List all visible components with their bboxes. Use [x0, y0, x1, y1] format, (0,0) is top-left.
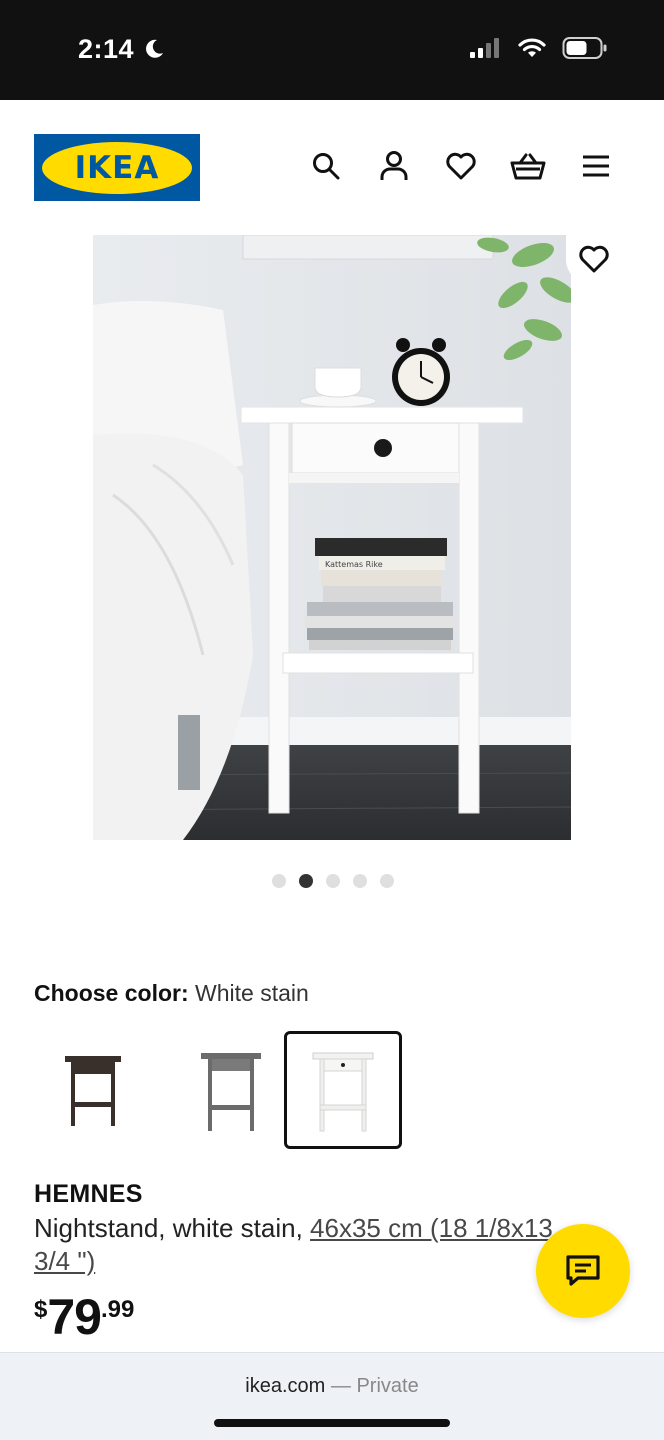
url-display[interactable]: ikea.com — Private — [0, 1375, 664, 1398]
heart-icon — [579, 245, 609, 273]
price-integer: 79 — [47, 1289, 102, 1345]
header-nav — [0, 148, 664, 188]
swatch-gray[interactable] — [172, 1031, 290, 1149]
nightstand-thumbnail — [201, 1053, 261, 1131]
home-indicator[interactable] — [214, 1419, 450, 1427]
nightstand-thumbnail — [312, 1052, 374, 1132]
status-time: 2:14 — [78, 34, 164, 65]
nightstand-thumbnail — [65, 1056, 121, 1126]
carousel-dot[interactable] — [380, 874, 394, 888]
price-decimal: .99 — [100, 1296, 135, 1323]
carousel-dot[interactable] — [272, 874, 286, 888]
url-separator: — — [330, 1375, 351, 1397]
product-name: HEMNES — [34, 1180, 143, 1208]
heart-icon[interactable] — [443, 148, 479, 184]
book-spine-text: Kattemas Rike — [325, 560, 383, 569]
nightstand-photo: Kattemas Rike — [93, 235, 571, 840]
color-swatches — [34, 1031, 434, 1149]
status-icons — [470, 36, 608, 60]
site-header: IKEA — [0, 100, 664, 234]
search-icon[interactable] — [308, 148, 344, 184]
shopping-bag-icon[interactable] — [510, 148, 546, 184]
price-currency: $ — [34, 1296, 48, 1323]
cellular-signal-icon — [470, 38, 499, 58]
product-image[interactable]: Kattemas Rike — [93, 235, 571, 840]
swatch-black-brown[interactable] — [34, 1031, 152, 1149]
menu-icon[interactable] — [578, 148, 614, 184]
battery-icon — [562, 37, 607, 59]
wifi-icon — [518, 38, 546, 57]
account-icon[interactable] — [376, 148, 412, 184]
swatch-white-stain[interactable] — [284, 1031, 402, 1149]
product-description: Nightstand, white stain, 46x35 cm (18 1/… — [34, 1212, 594, 1278]
url-domain: ikea.com — [245, 1375, 326, 1397]
carousel-dot[interactable] — [326, 874, 340, 888]
choose-color-label: Choose color: White stain — [34, 980, 309, 1007]
chat-icon — [566, 1255, 600, 1286]
browser-address-bar[interactable]: ikea.com — Private — [0, 1352, 664, 1440]
choose-color-heading: Choose color: — [34, 980, 189, 1006]
moon-icon — [146, 39, 164, 58]
add-to-wishlist-button[interactable] — [566, 233, 622, 285]
carousel-dot[interactable] — [353, 874, 367, 888]
product-type-text: Nightstand, white stain, — [34, 1213, 311, 1243]
image-carousel-dots — [272, 874, 394, 888]
selected-color-value: White stain — [195, 980, 309, 1006]
chat-button[interactable] — [536, 1224, 630, 1318]
product-price: $ 79 .99 — [34, 1290, 134, 1344]
time-text: 2:14 — [78, 34, 135, 64]
carousel-dot-active[interactable] — [299, 874, 313, 888]
private-mode-label: Private — [356, 1375, 419, 1397]
status-bar: 2:14 — [0, 0, 664, 100]
